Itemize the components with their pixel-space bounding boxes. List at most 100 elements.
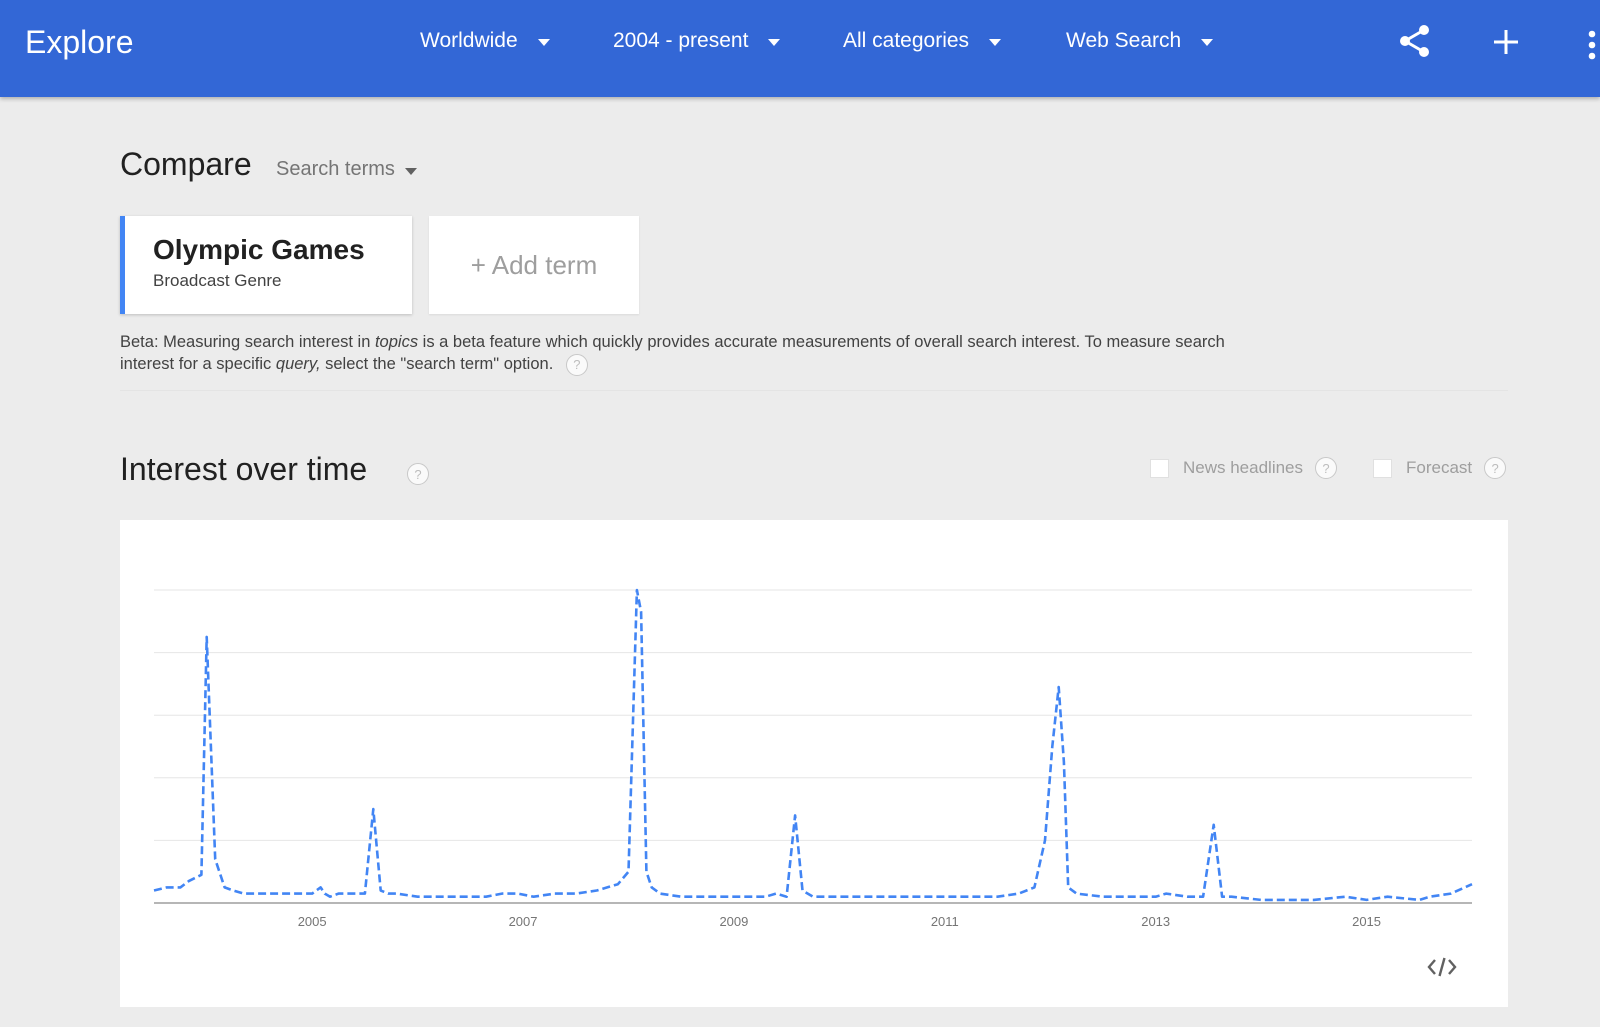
data-point[interactable] <box>1163 891 1169 897</box>
data-point[interactable] <box>1049 744 1055 750</box>
data-point[interactable] <box>836 894 842 900</box>
data-point[interactable] <box>177 884 183 890</box>
news-headlines-checkbox[interactable] <box>1150 458 1169 478</box>
data-point[interactable] <box>1427 894 1433 900</box>
data-point[interactable] <box>1258 897 1264 903</box>
data-point[interactable] <box>1184 894 1190 900</box>
data-point[interactable] <box>1074 891 1080 897</box>
data-point[interactable] <box>1031 884 1037 890</box>
data-point[interactable] <box>799 887 805 893</box>
data-point[interactable] <box>1016 891 1022 897</box>
data-point[interactable] <box>699 894 705 900</box>
data-point[interactable] <box>1100 894 1106 900</box>
data-point[interactable] <box>1469 881 1475 887</box>
data-point[interactable] <box>634 587 640 593</box>
data-point[interactable] <box>1448 891 1454 897</box>
beta-note-query: query, <box>275 355 321 373</box>
time-range-dropdown[interactable]: 2004 - present <box>613 29 781 53</box>
data-point[interactable] <box>212 856 218 862</box>
data-point[interactable] <box>1061 759 1067 765</box>
data-point[interactable] <box>657 891 663 897</box>
data-point[interactable] <box>283 891 289 897</box>
data-point[interactable] <box>318 884 324 890</box>
data-point[interactable] <box>889 894 895 900</box>
data-point[interactable] <box>415 894 421 900</box>
data-point[interactable] <box>241 891 247 897</box>
data-point[interactable] <box>784 894 790 900</box>
data-point[interactable] <box>362 891 368 897</box>
data-point[interactable] <box>322 891 328 897</box>
data-point[interactable] <box>198 872 204 878</box>
data-point[interactable] <box>1132 894 1138 900</box>
data-point[interactable] <box>327 894 333 900</box>
data-point[interactable] <box>1311 897 1317 903</box>
help-icon[interactable]: ? <box>1484 457 1507 479</box>
data-point[interactable] <box>552 891 558 897</box>
embed-code-icon[interactable] <box>1427 956 1457 978</box>
data-point[interactable] <box>531 894 537 900</box>
data-point[interactable] <box>763 894 769 900</box>
data-point[interactable] <box>151 887 157 893</box>
data-point[interactable] <box>467 894 473 900</box>
data-point[interactable] <box>1042 837 1048 843</box>
data-point[interactable] <box>615 881 621 887</box>
series-line-olympic-games[interactable] <box>153 588 1473 902</box>
data-point[interactable] <box>810 894 816 900</box>
compare-mode-dropdown[interactable]: Search terms <box>276 158 417 181</box>
data-point[interactable] <box>594 887 600 893</box>
data-point[interactable] <box>573 891 579 897</box>
data-point[interactable] <box>1056 684 1062 690</box>
data-point[interactable] <box>1229 894 1235 900</box>
data-point[interactable] <box>1211 822 1217 828</box>
data-point[interactable] <box>378 887 384 893</box>
data-point[interactable] <box>638 609 644 615</box>
data-point[interactable] <box>792 812 798 818</box>
data-point[interactable] <box>649 884 655 890</box>
data-point[interactable] <box>230 887 236 893</box>
data-point[interactable] <box>678 894 684 900</box>
add-term-button[interactable]: + Add term <box>429 216 639 314</box>
data-point[interactable] <box>394 891 400 897</box>
data-point[interactable] <box>1416 897 1422 903</box>
more-vert-icon[interactable] <box>1587 30 1597 60</box>
data-point[interactable] <box>1364 897 1370 903</box>
help-icon[interactable]: ? <box>407 463 429 485</box>
data-point[interactable] <box>186 878 192 884</box>
interest-line-chart[interactable]: 2005 2007 2009 2011 2013 2015 <box>120 520 1508 1007</box>
data-point[interactable] <box>1065 884 1071 890</box>
data-point[interactable] <box>1153 894 1159 900</box>
data-point[interactable] <box>1219 894 1225 900</box>
search-type-dropdown[interactable]: Web Search <box>1066 29 1214 53</box>
data-point[interactable] <box>204 634 210 640</box>
help-icon[interactable]: ? <box>565 353 588 376</box>
data-point[interactable] <box>385 891 391 897</box>
data-point[interactable] <box>1269 897 1275 903</box>
data-point[interactable] <box>336 891 342 897</box>
data-point[interactable] <box>643 869 649 875</box>
add-icon[interactable] <box>1493 29 1519 55</box>
data-point[interactable] <box>942 894 948 900</box>
data-point[interactable] <box>731 894 737 900</box>
data-point[interactable] <box>483 894 489 900</box>
data-point[interactable] <box>1385 894 1391 900</box>
data-point[interactable] <box>773 891 779 897</box>
data-point[interactable] <box>499 891 505 897</box>
data-point[interactable] <box>299 891 305 897</box>
data-point[interactable] <box>1200 894 1206 900</box>
data-point[interactable] <box>625 869 631 875</box>
data-point[interactable] <box>357 891 363 897</box>
share-icon[interactable] <box>1398 24 1432 58</box>
data-point[interactable] <box>256 891 262 897</box>
data-point[interactable] <box>164 884 170 890</box>
data-point[interactable] <box>515 891 521 897</box>
data-point[interactable] <box>222 884 228 890</box>
category-dropdown[interactable]: All categories <box>843 29 1002 53</box>
region-filter-dropdown[interactable]: Worldwide <box>420 29 550 53</box>
data-point[interactable] <box>309 891 315 897</box>
search-term-card[interactable]: Olympic Games Broadcast Genre <box>120 216 412 314</box>
data-point[interactable] <box>370 806 376 812</box>
data-point[interactable] <box>995 894 1001 900</box>
forecast-checkbox[interactable] <box>1373 458 1392 478</box>
data-point[interactable] <box>1342 894 1348 900</box>
help-icon[interactable]: ? <box>1315 457 1338 479</box>
